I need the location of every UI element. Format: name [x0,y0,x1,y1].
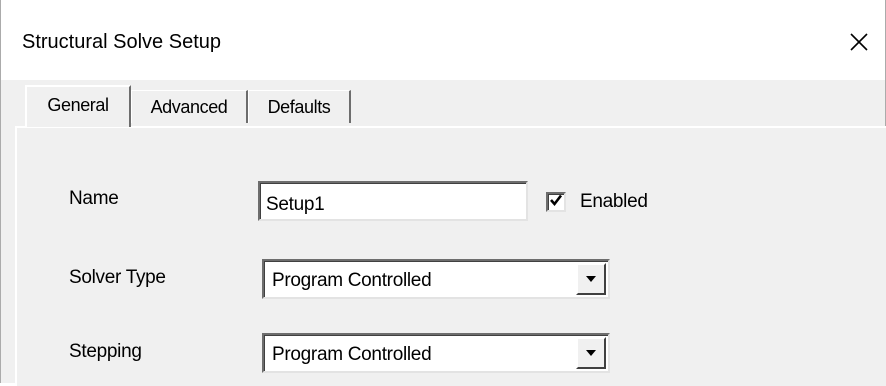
chevron-down-icon [585,344,597,362]
close-button[interactable] [837,20,881,64]
stepping-dropdown-button[interactable] [576,337,606,369]
enabled-checkbox-group[interactable]: Enabled [546,189,648,215]
title-bar: Structural Solve Setup [1,0,885,80]
enabled-checkbox[interactable] [546,192,566,212]
enabled-label: Enabled [580,191,648,212]
name-field[interactable] [258,181,528,221]
close-icon [849,32,869,52]
stepping-label: Stepping [69,341,142,362]
checkmark-icon [549,193,563,212]
solver-type-value: Program Controlled [272,270,432,291]
solver-type-select[interactable]: Program Controlled [262,259,610,299]
solver-type-dropdown-button[interactable] [576,263,606,295]
tab-defaults[interactable]: Defaults [248,90,351,123]
tab-strip: General Advanced Defaults [1,80,885,128]
stepping-value: Program Controlled [272,344,432,365]
stepping-select[interactable]: Program Controlled [262,333,610,373]
solver-type-label: Solver Type [69,267,166,288]
name-label: Name [69,188,119,209]
chevron-down-icon [585,270,597,288]
window-title: Structural Solve Setup [22,31,221,53]
tab-advanced[interactable]: Advanced [131,90,248,123]
tab-general[interactable]: General [25,85,131,127]
